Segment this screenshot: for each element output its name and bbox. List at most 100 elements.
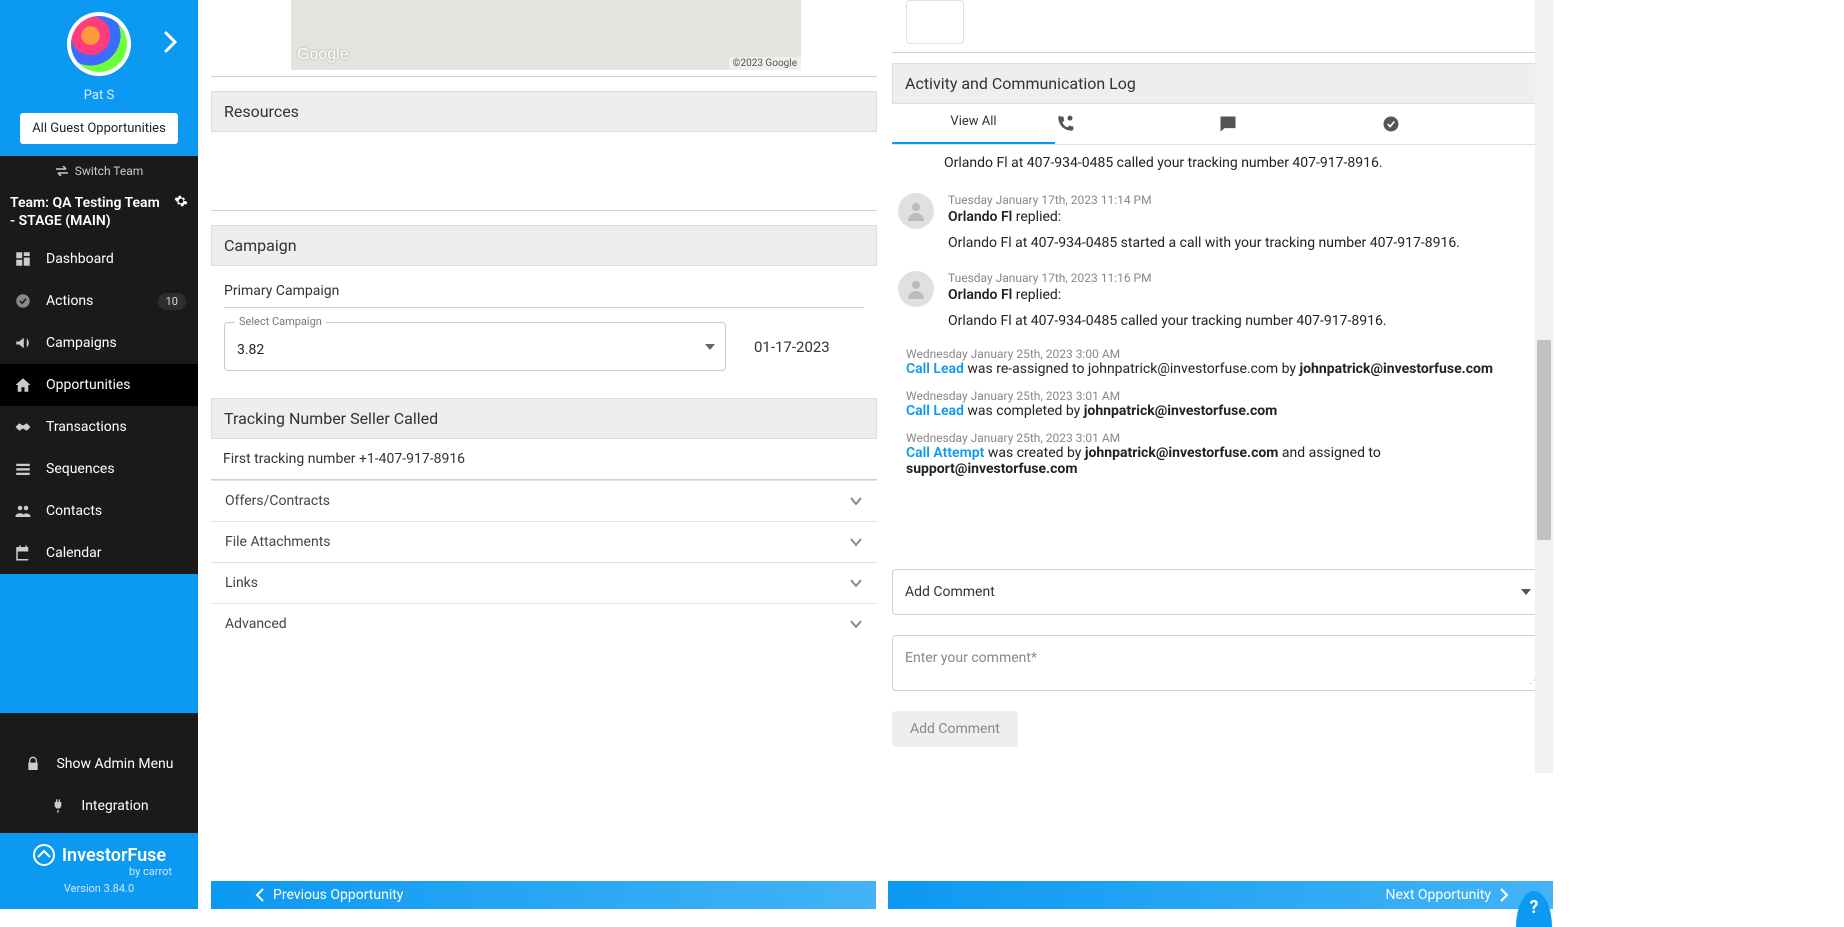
next-opportunity-button[interactable]: Next Opportunity [888,881,1553,909]
campaign-header: Campaign [211,225,877,266]
chevron-left-icon [255,888,265,902]
bottom-nav: Previous Opportunity Next Opportunity [211,881,1553,909]
accordion-advanced[interactable]: Advanced [211,603,877,644]
system-log-item: Wednesday January 25th, 2023 3:01 AMCall… [892,383,1544,425]
tab-messages[interactable] [1218,104,1381,144]
version-label: Version 3.84.0 [0,878,198,901]
chevron-down-icon [849,496,863,506]
username: Pat S [0,84,198,113]
resources-body [211,132,877,210]
tracking-text: First tracking number +1-407-917-8916 [211,439,877,479]
log-timestamp: Wednesday January 25th, 2023 3:01 AM [906,389,1538,403]
avatar-icon [898,193,934,229]
tab-tasks[interactable] [1381,104,1544,144]
sidebar-item-contacts[interactable]: Contacts [0,490,198,532]
campaign-body: Primary Campaign Select Campaign 3.82 01… [211,266,877,384]
gear-icon[interactable] [174,194,188,208]
avatar[interactable] [67,12,131,76]
accordion-label: Links [225,575,258,591]
admin-menu-button[interactable]: Show Admin Menu [0,743,198,785]
right-scrollbar[interactable] [1535,0,1553,773]
log-tag[interactable]: Call Lead [906,403,964,419]
accordion-offers-contracts[interactable]: Offers/Contracts [211,480,877,521]
sidebar-item-transactions[interactable]: Transactions [0,406,198,448]
sequence-icon [14,460,32,478]
add-comment-button[interactable]: Add Comment [892,711,1018,747]
sidebar-item-label: Dashboard [46,251,114,267]
activity-tabs: View All [892,104,1544,145]
feed-item: Tuesday January 17th, 2023 11:16 PM Orlan… [892,263,1544,341]
nav: Dashboard Actions10 Campaigns Opportunities… [0,238,198,574]
logo-icon [32,843,56,867]
sidebar-item-calendar[interactable]: Calendar [0,532,198,574]
profile-block [0,0,198,84]
empty-box [906,0,964,44]
comment-type-select[interactable]: Add Comment [892,569,1544,615]
comment-textarea[interactable]: Enter your comment* ⋰ [892,635,1544,691]
caret-down-icon [1521,589,1531,595]
swap-icon [55,166,69,176]
sidebar-item-sequences[interactable]: Sequences [0,448,198,490]
feed-timestamp: Tuesday January 17th, 2023 11:14 PM [948,193,1538,207]
chevron-right-icon [1499,888,1509,902]
accordion-links[interactable]: Links [211,562,877,603]
sidebar-item-label: Sequences [46,461,115,477]
sidebar-item-label: Calendar [46,545,102,561]
campaign-select[interactable]: Select Campaign 3.82 [224,322,726,371]
chevron-right-icon[interactable] [164,31,178,53]
calendar-icon [14,544,32,562]
previous-opportunity-button[interactable]: Previous Opportunity [211,881,876,909]
feed-timestamp: Tuesday January 17th, 2023 11:16 PM [948,271,1538,285]
guest-opportunities-button[interactable]: All Guest Opportunities [20,113,178,144]
integration-button[interactable]: Integration [0,785,198,833]
sidebar-item-dashboard[interactable]: Dashboard [0,238,198,280]
feed-author: Orlando Fl replied: [948,209,1538,225]
badge: 10 [158,293,186,310]
log-timestamp: Wednesday January 25th, 2023 3:00 AM [906,347,1538,361]
handshake-icon [14,418,32,436]
log-tag[interactable]: Call Lead [906,361,964,377]
accordion-label: File Attachments [225,534,331,550]
admin-section: Show Admin Menu Integration [0,713,198,833]
tracking-header: Tracking Number Seller Called [211,398,877,439]
logo: InvestorFuse [0,843,198,867]
system-log-item: Wednesday January 25th, 2023 3:00 AMCall… [892,341,1544,383]
feed-message: Orlando Fl at 407-934-0485 started a cal… [948,235,1538,251]
message-icon [1218,114,1238,134]
check-circle-icon [14,292,32,310]
accordion-file-attachments[interactable]: File Attachments [211,521,877,562]
caret-down-icon [705,344,715,350]
lock-icon [24,755,42,773]
chevron-down-icon [849,619,863,629]
activity-header: Activity and Communication Log [892,63,1544,104]
sidebar-item-actions[interactable]: Actions10 [0,280,198,322]
logo-block: InvestorFuse by carrot Version 3.84.0 [0,833,198,909]
sidebar-item-label: Campaigns [46,335,117,351]
people-icon [14,502,32,520]
switch-team-button[interactable]: Switch Team [0,156,198,186]
primary-campaign-label: Primary Campaign [224,279,864,308]
chevron-down-icon [849,537,863,547]
log-line: Call Attempt was created by johnpatrick@… [906,445,1538,477]
map[interactable]: Google ©2023 Google [291,0,801,70]
scroll-thumb[interactable] [1537,340,1551,540]
phone-icon [1055,114,1075,134]
avatar-icon [898,271,934,307]
feed-message: Orlando Fl at 407-934-0485 called your t… [948,313,1538,329]
log-line: Call Lead was completed by johnpatrick@i… [906,403,1538,419]
sidebar-item-campaigns[interactable]: Campaigns [0,322,198,364]
feed-truncated-line: Orlando Fl at 407-934-0485 called your t… [892,151,1544,185]
sidebar-item-label: Transactions [46,419,127,435]
feed-author: Orlando Fl replied: [948,287,1538,303]
map-copyright: ©2023 Google [729,57,801,70]
sidebar-item-opportunities[interactable]: Opportunities [0,364,198,406]
select-float-label: Select Campaign [235,315,326,328]
activity-feed[interactable]: Orlando Fl at 407-934-0485 called your t… [892,145,1544,545]
tab-calls[interactable] [1055,104,1218,144]
google-logo: Google [297,46,349,64]
accordion-label: Offers/Contracts [225,493,330,509]
dashboard-icon [14,250,32,268]
tab-view-all[interactable]: View All [892,104,1055,144]
left-column: Google ©2023 Google Resources Campaign P… [211,0,877,909]
log-tag[interactable]: Call Attempt [906,445,984,461]
